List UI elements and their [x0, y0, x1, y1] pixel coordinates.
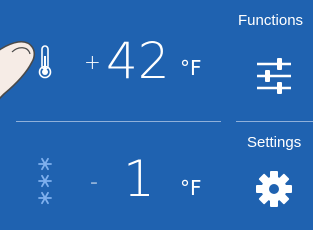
- freezer-sign: -: [90, 170, 98, 195]
- gear-icon: [256, 171, 292, 207]
- snowflake-icon: [38, 157, 52, 205]
- freezer-temperature-value: 1: [123, 150, 155, 208]
- settings-label: Settings: [247, 134, 302, 151]
- fridge-temperature-value: 42: [106, 32, 170, 90]
- freezer-temperature-unit: °F: [180, 176, 202, 200]
- settings-button[interactable]: Settings: [236, 122, 313, 230]
- fridge-sign: +: [84, 50, 101, 74]
- functions-label: Functions: [238, 12, 304, 29]
- finger-pointer-icon: [0, 41, 36, 100]
- fridge-temperature-unit: °F: [180, 56, 202, 80]
- functions-button[interactable]: Functions: [236, 0, 313, 120]
- sliders-icon: [257, 58, 291, 94]
- control-panel-screen: + 42 °F - 1 °F Functions Settings: [0, 0, 313, 230]
